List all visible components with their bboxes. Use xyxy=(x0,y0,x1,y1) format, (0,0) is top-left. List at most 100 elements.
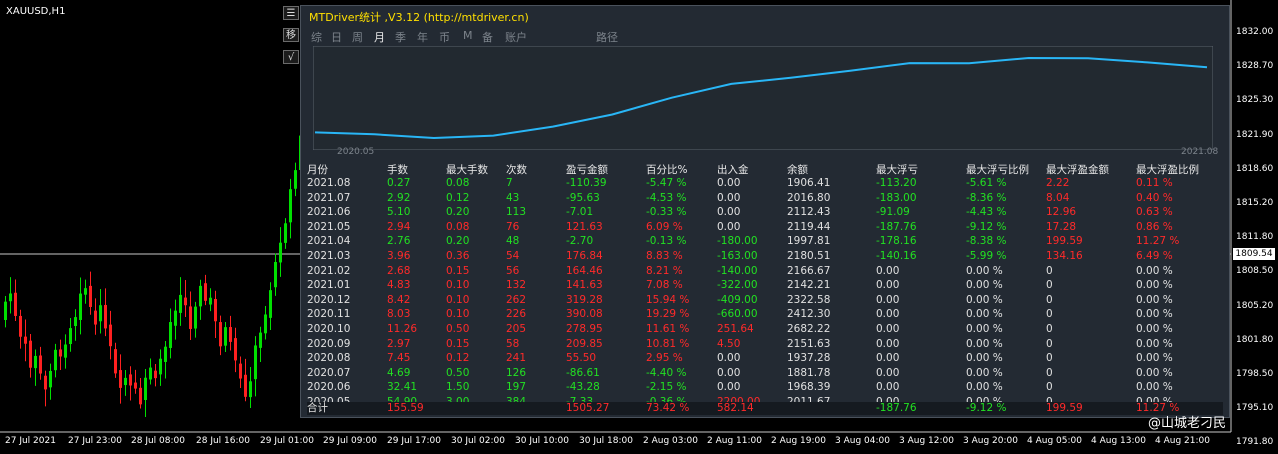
table-cell: -187.76 xyxy=(876,220,917,233)
column-header: 最大浮盈比例 xyxy=(1136,164,1199,176)
table-cell: 4.83 xyxy=(387,279,411,292)
table-cell: 0.00 xyxy=(717,177,741,189)
table-cell: -4.53 % xyxy=(646,191,687,204)
tab-8[interactable]: 备 xyxy=(482,29,493,45)
total-cell: -187.76 xyxy=(876,402,917,414)
candle xyxy=(169,308,172,359)
tab-3[interactable]: 月 xyxy=(374,29,385,45)
tab-6[interactable]: 币 xyxy=(439,29,450,45)
table-cell: 251.64 xyxy=(717,323,754,335)
time-axis-label: 27 Jul 2021 xyxy=(5,436,56,446)
table-cell: 2.68 xyxy=(387,264,411,277)
table-cell: -91.09 xyxy=(876,206,910,219)
table-cell: 2021.02 xyxy=(307,264,351,277)
table-cell: -322.00 xyxy=(717,279,758,292)
panel-title: MTDriver统计 ,V3.12 (http://mtdriver.cn) xyxy=(309,11,529,24)
price-axis-label: 1808.50 xyxy=(1236,266,1274,277)
check-button[interactable]: √ xyxy=(283,50,299,64)
total-cell: 合计 xyxy=(307,402,328,414)
table-cell: 0.15 xyxy=(446,337,470,350)
table-cell: -140.16 xyxy=(876,250,917,262)
candle xyxy=(124,369,127,396)
table-cell: 2021.05 xyxy=(307,220,351,233)
menu-button[interactable]: ☰ xyxy=(283,6,299,20)
table-cell: 0.00 xyxy=(717,191,741,204)
table-cell: 0.00 % xyxy=(1136,323,1173,335)
table-cell: 0.00 xyxy=(876,352,900,365)
time-axis-label: 4 Aug 05:00 xyxy=(1027,436,1082,446)
table-cell: 0 xyxy=(1046,352,1053,365)
move-button[interactable]: 移 xyxy=(283,28,299,42)
time-axis-label: 30 Jul 10:00 xyxy=(515,436,569,446)
table-cell: 3.96 xyxy=(387,250,411,262)
time-axis-label: 4 Aug 13:00 xyxy=(1091,436,1146,446)
balance-mini-chart xyxy=(313,46,1213,150)
price-axis-label: 1832.00 xyxy=(1236,27,1274,37)
table-cell: -163.00 xyxy=(717,250,758,262)
column-header: 月份 xyxy=(307,164,328,176)
candle xyxy=(14,279,17,322)
table-cell: -110.39 xyxy=(566,177,607,189)
current-price-label: 1809.54 xyxy=(1233,248,1275,260)
candle xyxy=(54,343,57,378)
candle xyxy=(59,339,62,371)
candle xyxy=(99,289,102,334)
table-cell: 2412.30 xyxy=(787,308,831,321)
table-cell: 164.46 xyxy=(566,264,603,277)
table-cell: 0.00 xyxy=(876,308,900,321)
tab-10[interactable]: 路径 xyxy=(596,29,618,45)
table-cell: -180.00 xyxy=(717,235,758,248)
table-cell: 0.08 xyxy=(446,177,470,189)
table-cell: 0.00 xyxy=(717,366,741,379)
candle xyxy=(154,364,157,387)
table-cell: 0.00 % xyxy=(1136,293,1173,306)
table-cell: 141.63 xyxy=(566,279,603,292)
tab-9[interactable]: 账户 xyxy=(505,29,527,45)
candle xyxy=(29,334,32,378)
tab-1[interactable]: 日 xyxy=(331,29,342,45)
total-cell: -9.12 % xyxy=(966,402,1007,414)
table-cell: -5.47 % xyxy=(646,177,687,189)
candle xyxy=(279,227,282,277)
candle xyxy=(134,369,137,394)
table-cell: 0.10 xyxy=(446,293,470,306)
table-cell: 12.96 xyxy=(1046,206,1077,219)
tab-5[interactable]: 年 xyxy=(417,29,428,45)
candle xyxy=(149,358,152,385)
table-cell: 134.16 xyxy=(1046,250,1083,262)
candle xyxy=(269,282,272,331)
candle xyxy=(199,279,202,320)
table-cell: 0 xyxy=(1046,308,1053,321)
table-cell: 0.00 % xyxy=(966,366,1003,379)
time-axis-label: 4 Aug 21:00 xyxy=(1155,436,1210,446)
candle xyxy=(94,298,97,335)
time-axis-label: 3 Aug 04:00 xyxy=(835,436,890,446)
table-cell: 11.27 % xyxy=(1136,235,1180,248)
table-cell: 6.09 % xyxy=(646,220,683,233)
tab-0[interactable]: 综 xyxy=(311,29,322,45)
time-axis-label: 29 Jul 09:00 xyxy=(323,436,377,446)
candle xyxy=(129,366,132,401)
tab-2[interactable]: 周 xyxy=(352,29,363,45)
candle xyxy=(204,274,207,306)
table-cell: -113.20 xyxy=(876,177,917,189)
table-cell: 0.00 % xyxy=(966,279,1003,292)
table-cell: 0.20 xyxy=(446,235,470,248)
time-axis-label: 28 Jul 08:00 xyxy=(131,436,185,446)
candle xyxy=(249,367,252,408)
table-cell: 0.00 xyxy=(876,323,900,335)
table-cell: 32.41 xyxy=(387,381,418,394)
table-cell: -178.16 xyxy=(876,235,917,248)
table-cell: 0.27 xyxy=(387,177,411,189)
table-cell: -4.43 % xyxy=(966,206,1007,219)
tab-4[interactable]: 季 xyxy=(395,29,406,45)
tab-7[interactable]: M xyxy=(463,29,473,42)
candle xyxy=(264,306,267,340)
table-cell: 2021.08 xyxy=(307,177,351,189)
table-cell: 2020.10 xyxy=(307,323,351,335)
column-header: 最大手数 xyxy=(446,164,488,176)
candle xyxy=(139,378,142,409)
table-cell: 2020.08 xyxy=(307,352,351,365)
table-cell: -183.00 xyxy=(876,191,917,204)
table-cell: 2322.58 xyxy=(787,293,831,306)
